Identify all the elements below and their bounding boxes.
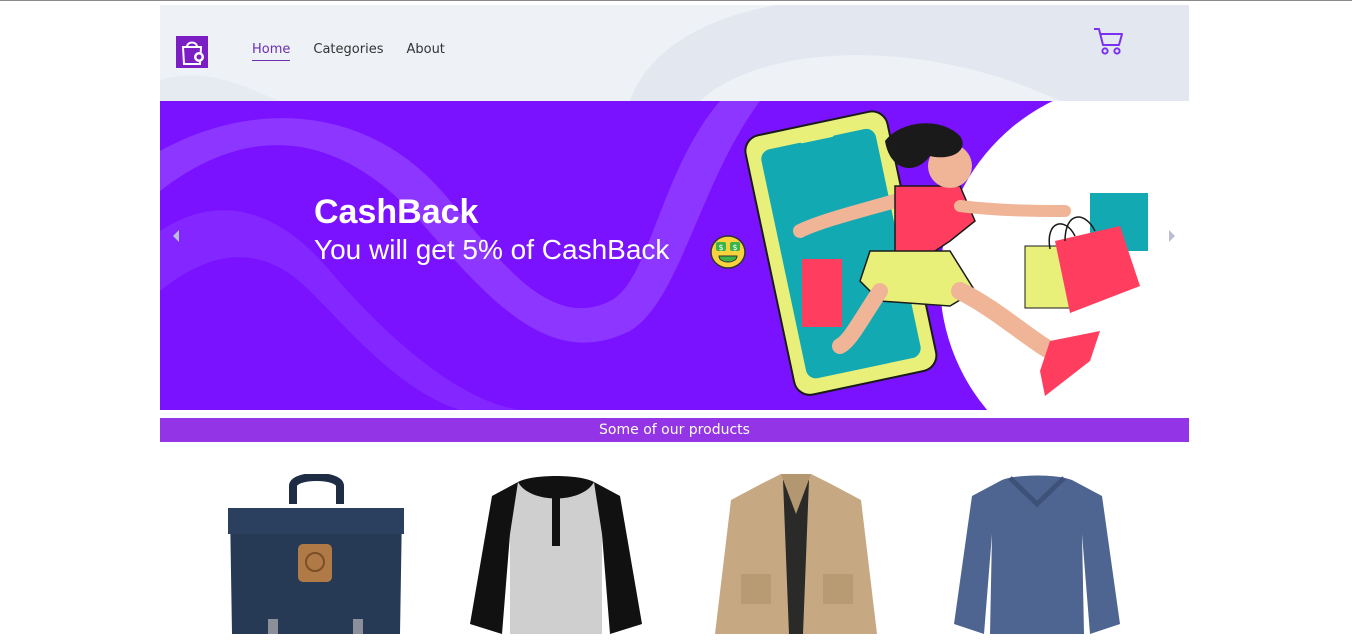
banner-subtitle: You will get 5% of CashBack — [314, 234, 670, 265]
chevron-right-icon[interactable] — [1166, 228, 1178, 244]
product-grid — [160, 442, 1189, 642]
svg-text:$: $ — [732, 243, 737, 252]
chevron-left-icon[interactable] — [170, 228, 182, 244]
blue-sweater-product-image[interactable] — [952, 474, 1122, 634]
shopping-cart-icon[interactable] — [1092, 25, 1126, 57]
main-nav: Home Categories About — [252, 41, 445, 61]
shopping-bag-icon[interactable] — [176, 36, 208, 68]
khaki-jacket-product-image[interactable] — [711, 474, 881, 634]
cashback-banner: CashBack You will get 5% of CashBack $ $ — [160, 101, 1189, 410]
raglan-tshirt-product-image[interactable] — [470, 474, 642, 634]
banner-title: CashBack — [314, 193, 479, 231]
page-container: Home Categories About CashBack You will … — [160, 5, 1189, 642]
money-mouth-face-icon: $ $ — [710, 235, 746, 269]
backpack-product-image[interactable] — [228, 474, 404, 634]
site-header: Home Categories About — [160, 5, 1189, 101]
nav-link-about[interactable]: About — [406, 41, 444, 61]
nav-link-home[interactable]: Home — [252, 41, 291, 61]
svg-text:$: $ — [718, 243, 723, 252]
nav-link-categories[interactable]: Categories — [313, 41, 383, 61]
window-top-border — [0, 0, 1352, 1]
section-title: Some of our products — [160, 418, 1189, 442]
